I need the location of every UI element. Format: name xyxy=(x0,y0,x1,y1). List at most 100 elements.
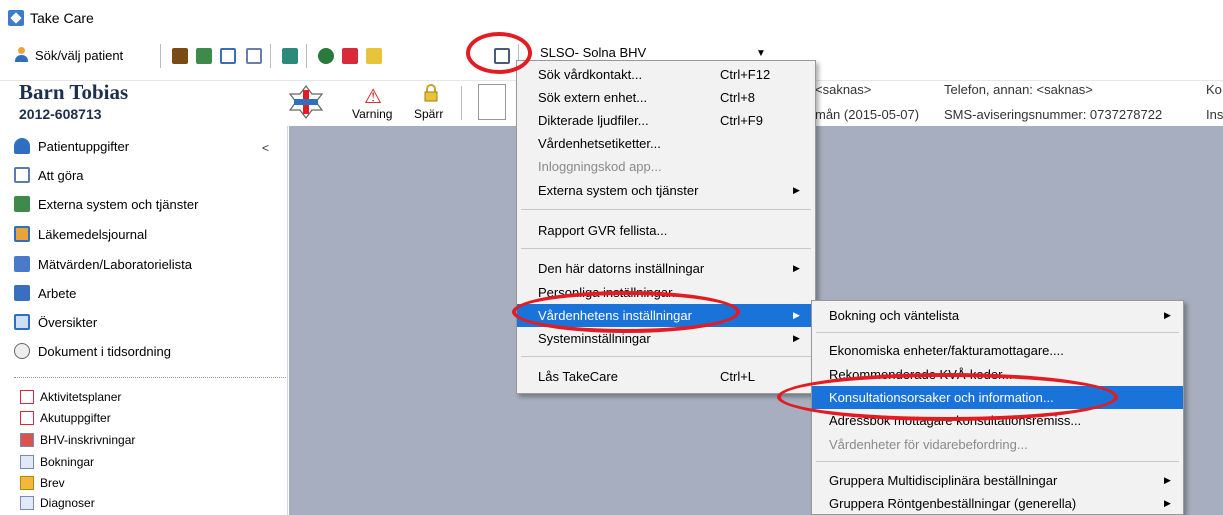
people-icon[interactable] xyxy=(196,48,212,64)
window-title: Take Care xyxy=(30,10,94,26)
diagnosis-icon xyxy=(20,496,34,510)
patient-info-truncated: Ins xyxy=(1206,107,1223,122)
block-label[interactable]: Spärr xyxy=(414,107,443,121)
sidebar-item-arbete[interactable]: Arbete xyxy=(14,285,76,301)
select-patient-button[interactable]: Sök/välj patient xyxy=(14,45,123,65)
person-icon xyxy=(14,47,30,63)
lock-icon[interactable] xyxy=(424,84,438,102)
sidebar-item-matvarden[interactable]: Mätvärden/Laboratorielista xyxy=(14,256,192,272)
menu-item-gruppera-rontgen[interactable]: Gruppera Röntgenbeställningar (generella… xyxy=(812,492,1183,515)
header-divider xyxy=(461,86,462,120)
sidebar-item-label: Patientuppgifter xyxy=(38,138,130,154)
sidebar-item-dokument[interactable]: Dokument i tidsordning xyxy=(14,343,171,359)
checklist-icon[interactable] xyxy=(246,48,262,64)
sidebar-item-label: Bokningar xyxy=(40,455,95,469)
menu-item-rapport-gvr[interactable]: Rapport GVR fellista... xyxy=(517,219,815,242)
form-icon[interactable] xyxy=(366,48,382,64)
menu-item-bokning-vantelista[interactable]: Bokning och väntelista ▶ xyxy=(812,304,1183,327)
menu-item-label: Lås TakeCare xyxy=(538,369,618,384)
menu-item-rekommenderade-kva[interactable]: Rekommenderade KVÅ-koder... xyxy=(812,363,1183,386)
menu-item-systeminstallningar[interactable]: Systeminställningar ▶ xyxy=(517,327,815,350)
book-icon[interactable] xyxy=(172,48,188,64)
sidebar-item-akutuppgifter[interactable]: Akutuppgifter xyxy=(20,411,111,425)
menu-separator xyxy=(521,356,811,357)
menu-separator xyxy=(521,248,811,249)
menu-item-shortcut: Ctrl+L xyxy=(720,369,756,384)
menu-item-vardenhetens-installningar[interactable]: Vårdenhetens inställningar ▶ xyxy=(517,304,815,327)
submenu-arrow-icon: ▶ xyxy=(793,185,800,195)
sidebar-item-label: BHV-inskrivningar xyxy=(40,433,136,447)
unit-select[interactable]: SLSO- Solna BHV xyxy=(540,45,646,60)
menu-item-label: Adressbok mottagare konsultationsremiss.… xyxy=(829,413,1082,428)
document-icon xyxy=(14,343,30,359)
group-icon[interactable] xyxy=(282,48,298,64)
sidebar-item-oversikter[interactable]: Översikter xyxy=(14,314,97,330)
emergency-icon xyxy=(20,411,34,425)
sidebar-item-label: Dokument i tidsordning xyxy=(38,343,171,359)
sidebar-item-label: Att göra xyxy=(38,167,84,183)
warning-label[interactable]: Varning xyxy=(352,107,392,121)
sidebar-divider xyxy=(14,377,286,378)
menu-item-sok-vardkontakt[interactable]: Sök vårdkontakt... Ctrl+F12 xyxy=(517,63,815,86)
sidebar-item-label: Brev xyxy=(40,476,65,490)
globe-icon[interactable] xyxy=(318,48,334,64)
computer-icon[interactable] xyxy=(494,48,510,64)
menu-item-label: Gruppera Multidisciplinära beställningar xyxy=(829,473,1058,488)
patient-info-value: <saknas> xyxy=(815,82,872,97)
menu-item-shortcut: Ctrl+F9 xyxy=(720,113,763,128)
menu-item-label: Konsultationsorsaker och information... xyxy=(829,390,1054,405)
menu-item-personliga-installningar[interactable]: Personliga inställningar... xyxy=(517,281,815,304)
menu-item-vardenhetsetiketter[interactable]: Vårdenhetsetiketter... xyxy=(517,132,815,155)
menu-item-sok-extern-enhet[interactable]: Sök extern enhet... Ctrl+8 xyxy=(517,86,815,109)
new-document-icon[interactable] xyxy=(478,84,506,120)
sidebar-item-label: Akutuppgifter xyxy=(40,411,111,425)
menu-item-dikterade-ljudfiler[interactable]: Dikterade ljudfiler... Ctrl+F9 xyxy=(517,109,815,132)
menu-item-inloggningskod-app: Inloggningskod app... xyxy=(517,155,815,178)
menu-item-gruppera-multidisciplinara[interactable]: Gruppera Multidisciplinära beställningar… xyxy=(812,469,1183,492)
sidebar-item-brev[interactable]: Brev xyxy=(20,476,65,490)
patient-name: Barn Tobias xyxy=(19,80,129,104)
menu-item-konsultationsorsaker[interactable]: Konsultationsorsaker och information... xyxy=(812,386,1183,409)
work-icon xyxy=(14,285,30,301)
menu-item-ekonomiska-enheter[interactable]: Ekonomiska enheter/fakturamottagare.... xyxy=(812,339,1183,362)
menu-item-adressbok[interactable]: Adressbok mottagare konsultationsremiss.… xyxy=(812,409,1183,432)
sidebar-item-label: Aktivitetsplaner xyxy=(40,390,122,404)
check-icon xyxy=(20,390,34,404)
title-bar xyxy=(0,0,1223,34)
sidebar-item-bhv-inskrivningar[interactable]: BHV-inskrivningar xyxy=(20,433,135,447)
sidebar-item-label: Externa system och tjänster xyxy=(38,196,199,212)
menu-item-datorns-installningar[interactable]: Den här datorns inställningar ▶ xyxy=(517,257,815,280)
chevron-down-icon[interactable]: ▼ xyxy=(756,48,766,59)
people-icon xyxy=(14,196,30,212)
person-icon xyxy=(14,138,30,154)
sidebar-item-lakemedelsjournal[interactable]: Läkemedelsjournal xyxy=(14,226,147,242)
menu-item-externa-system[interactable]: Externa system och tjänster ▶ xyxy=(517,179,815,202)
sidebar-item-patientuppgifter[interactable]: Patientuppgifter xyxy=(14,138,129,154)
submenu-arrow-icon: ▶ xyxy=(1164,475,1171,485)
patient-phone-other: Telefon, annan: <saknas> xyxy=(944,82,1093,97)
calendar-icon xyxy=(20,455,34,469)
sidebar-item-diagnoser[interactable]: Diagnoser xyxy=(20,496,95,510)
sidebar-item-label: Diagnoser xyxy=(40,496,95,510)
menu-item-las-takecare[interactable]: Lås TakeCare Ctrl+L xyxy=(517,365,815,388)
menu-item-label: Sök extern enhet... xyxy=(538,90,648,105)
pharmacy-icon[interactable] xyxy=(342,48,358,64)
checkbox-icon xyxy=(14,167,30,183)
medical-alert-icon[interactable] xyxy=(286,84,326,120)
toolbar-divider xyxy=(160,44,161,68)
menu-separator xyxy=(521,209,811,210)
sidebar-item-bokningar[interactable]: Bokningar xyxy=(20,455,94,469)
sidebar-item-externa-system[interactable]: Externa system och tjänster xyxy=(14,196,198,212)
warning-icon[interactable]: ⚠ xyxy=(364,84,382,109)
lab-icon xyxy=(14,256,30,272)
chevron-left-icon[interactable]: < xyxy=(262,141,269,155)
submenu-arrow-icon: ▶ xyxy=(793,310,800,320)
takecare-logo-icon xyxy=(8,10,24,26)
toolbar-divider xyxy=(270,44,271,68)
sidebar-item-aktivitetsplaner[interactable]: Aktivitetsplaner xyxy=(20,390,121,404)
patient-info-truncated: Ko xyxy=(1206,82,1222,97)
menu-item-label: Inloggningskod app... xyxy=(538,159,662,174)
sidebar-item-att-gora[interactable]: Att göra xyxy=(14,167,84,183)
menu-item-shortcut: Ctrl+8 xyxy=(720,90,756,105)
grid-icon[interactable] xyxy=(220,48,236,64)
